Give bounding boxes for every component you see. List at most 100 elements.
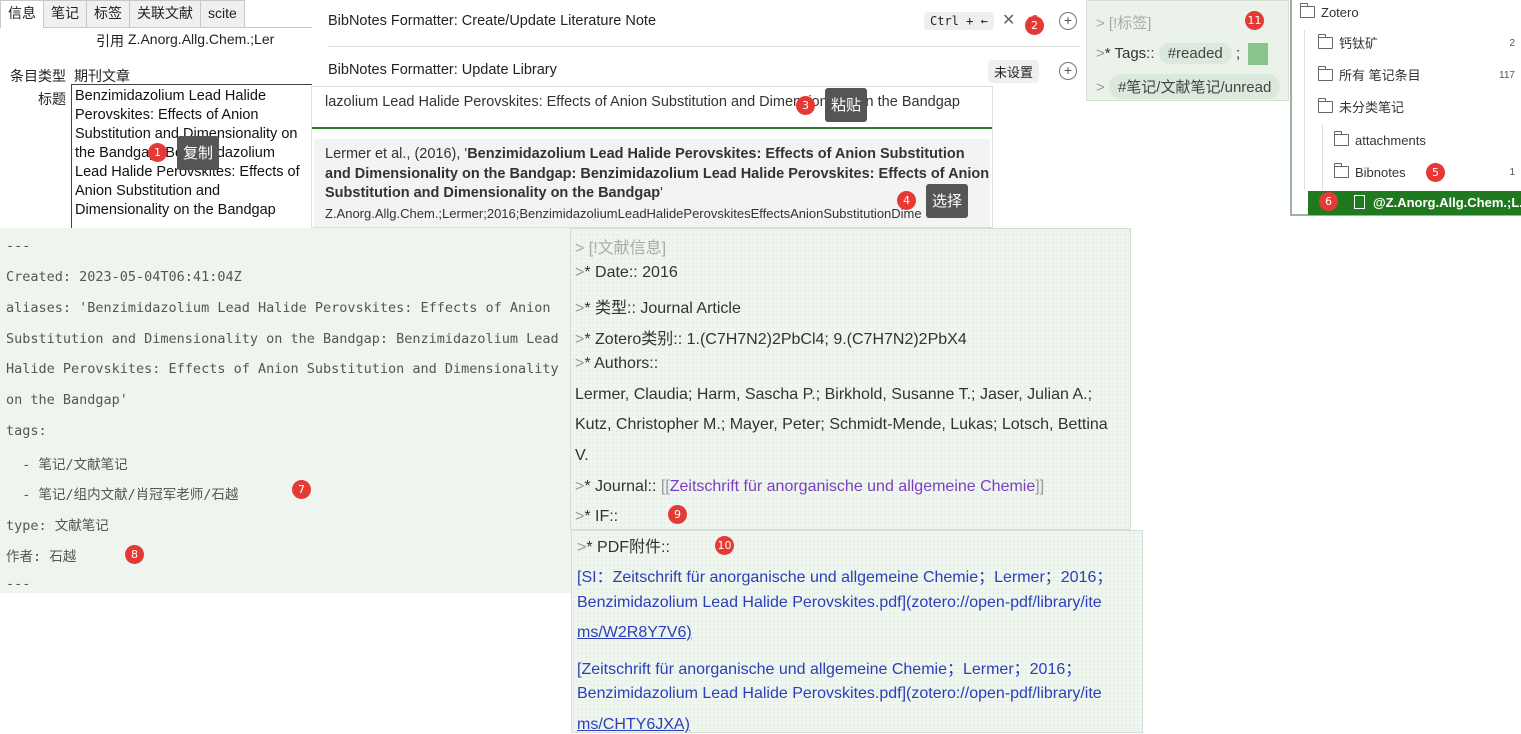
pdf-link-line[interactable]: Benzimidazolium Lead Halide Perovskites.… — [577, 594, 1102, 612]
tab-related[interactable]: 关联文献 — [129, 0, 201, 27]
yaml-line: aliases: 'Benzimidazolium Lead Halide Pe… — [6, 300, 551, 316]
item-count: 117 — [1499, 70, 1515, 81]
folder-open-icon — [1317, 98, 1333, 113]
title-label: 标题 — [38, 91, 66, 107]
tags-header: > [!标签] — [1096, 15, 1152, 32]
step-badge: 10 — [715, 536, 734, 555]
step-badge: 7 — [292, 480, 311, 499]
yaml-line: on the Bandgap' — [6, 392, 128, 408]
folder-label: attachments — [1355, 133, 1426, 148]
yaml-line: - 笔记/组内文献/肖冠军老师/石越 — [6, 487, 239, 503]
authors-line: V. — [575, 447, 589, 464]
copy-tooltip: 复制 — [177, 136, 220, 170]
divider — [328, 46, 1080, 47]
step-badge: 9 — [668, 505, 687, 524]
step-badge: 3 — [796, 96, 815, 115]
tab-notes[interactable]: 笔记 — [43, 0, 87, 27]
command-create-update-note[interactable]: BibNotes Formatter: Create/Update Litera… — [328, 0, 1094, 44]
folder-all-notes[interactable]: 所有 笔记条目 117 — [1317, 60, 1521, 92]
pdf-link-line[interactable]: ms/CHTY6JXA) — [577, 716, 690, 734]
pdf-link-line[interactable]: [SI：Zeitschrift für anorganische und all… — [577, 563, 1112, 587]
step-badge: 1 — [148, 143, 167, 162]
command-label: BibNotes Formatter: Update Library — [328, 62, 557, 78]
authors-line: Lermer, Claudia; Harm, Sascha P.; Birkho… — [575, 386, 1093, 403]
yaml-frontmatter[interactable]: --- Created: 2023-05-04T06:41:04Z aliase… — [0, 228, 574, 593]
hotkey-unset-badge: 未设置 — [988, 60, 1040, 83]
search-result-item[interactable]: Lermer et al., (2016), 'Benzimidazolium … — [314, 139, 990, 227]
bibnotes-search-popup: lazolium Lead Halide Perovskites: Effect… — [311, 86, 993, 228]
folder-open-icon — [1333, 163, 1349, 178]
authors-label-line: >* Authors:: — [575, 355, 659, 372]
literature-info-callout[interactable]: > [!文献信息] >* Date:: 2016 >* 类型:: Journal… — [570, 228, 1131, 530]
selected-file-item[interactable]: @Z.Anorg.Allg.Chem.;L... — [1308, 191, 1521, 215]
cursor-icon — [1248, 43, 1268, 65]
result-prefix: Lermer et al., (2016), ' — [325, 146, 468, 162]
tab-scite[interactable]: scite — [200, 0, 245, 27]
folder-label: Zotero — [1321, 5, 1359, 20]
yaml-line: - 笔记/文献笔记 — [6, 457, 128, 473]
item-type-label: 条目类型 — [10, 68, 66, 84]
command-palette: BibNotes Formatter: Create/Update Litera… — [312, 0, 1094, 88]
add-hotkey-icon[interactable]: + — [1059, 62, 1077, 80]
file-icon — [1354, 195, 1365, 209]
tag-readed[interactable]: #readed — [1158, 43, 1232, 64]
callout-header: > [!文献信息] — [575, 240, 667, 257]
tag-unread[interactable]: #笔记/文献笔记/unread — [1108, 74, 1281, 99]
folder-icon — [1317, 34, 1333, 49]
item-count: 2 — [1509, 38, 1515, 49]
tags-line: >* Tags:: #readed ; — [1096, 43, 1268, 65]
file-explorer: Zotero 钙钛矿 2 所有 笔记条目 117 未分类笔记 attachmen… — [1290, 0, 1521, 216]
step-badge: 2 — [1025, 16, 1044, 35]
step-badge: 4 — [897, 191, 916, 210]
yaml-line: Halide Perovskites: Effects of Anion Sub… — [6, 361, 559, 377]
title-line: Anion Substitution and — [75, 183, 221, 199]
tree-guide — [1322, 124, 1323, 190]
item-pane-tabs: 信息 笔记 标签 关联文献 scite — [0, 0, 312, 28]
zotero-info-pane: 信息 笔记 标签 关联文献 scite 引用 Z.Anorg.Allg.Chem… — [0, 0, 312, 228]
folder-label: 钙钛矿 — [1339, 36, 1379, 51]
step-badge: 6 — [1319, 192, 1338, 211]
pdf-link-line[interactable]: [Zeitschrift für anorganische und allgem… — [577, 655, 1081, 679]
pdf-link-line[interactable]: ms/W2R8Y7V6) — [577, 624, 692, 642]
folder-attachments[interactable]: attachments — [1333, 125, 1521, 157]
title-line: Perovskites: Effects of Anion — [75, 107, 259, 123]
yaml-line: tags: — [6, 423, 47, 439]
folder-icon — [1333, 131, 1349, 146]
type-line: >* 类型:: Journal Article — [575, 300, 741, 317]
folder-open-icon — [1299, 3, 1315, 18]
cite-label: 引用 — [96, 33, 124, 49]
file-label: @Z.Anorg.Allg.Chem.;L... — [1373, 195, 1521, 210]
folder-perovskite[interactable]: 钙钛矿 2 — [1317, 28, 1521, 60]
folder-label: Bibnotes — [1355, 165, 1406, 180]
tags-label: * Tags:: — [1104, 45, 1155, 62]
yaml-line: --- — [6, 576, 31, 592]
add-hotkey-icon[interactable]: + — [1059, 12, 1077, 30]
journal-line: >* Journal:: [[Zeitschrift für anorganis… — [575, 478, 1045, 495]
folder-zotero[interactable]: Zotero — [1299, 0, 1359, 29]
journal-link[interactable]: Zeitschrift für anorganische und allgeme… — [670, 478, 1036, 495]
item-type-value[interactable]: 期刊文章 — [74, 66, 130, 86]
tab-tags[interactable]: 标签 — [86, 0, 130, 27]
folder-unclassified-notes[interactable]: 未分类笔记 — [1317, 92, 1521, 124]
pdf-link-line[interactable]: Benzimidazolium Lead Halide Perovskites.… — [577, 685, 1102, 703]
tab-info[interactable]: 信息 — [0, 0, 44, 28]
tags-separator: ; — [1235, 45, 1241, 62]
cite-value[interactable]: Z.Anorg.Allg.Chem.;Ler — [128, 31, 278, 47]
hotkey-badge: Ctrl + ← — [924, 12, 994, 30]
step-badge: 11 — [1245, 11, 1264, 30]
item-count: 1 — [1509, 167, 1515, 178]
folder-label: 所有 笔记条目 — [1339, 68, 1421, 83]
folder-icon — [1317, 66, 1333, 81]
result-suffix: ' — [660, 185, 663, 201]
title-line: Benzimidazolium Lead Halide — [75, 88, 267, 104]
tags-line-2: > #笔记/文献笔记/unread — [1096, 74, 1281, 99]
result-citekey: Z.Anorg.Allg.Chem.;Lermer;2016;Benzimida… — [325, 205, 922, 221]
date-line: >* Date:: 2016 — [575, 264, 678, 281]
close-icon[interactable]: ✕ — [1002, 10, 1015, 30]
yaml-line: 作者: 石越 — [6, 549, 77, 565]
pdf-attachments-callout[interactable]: >* PDF附件:: [SI：Zeitschrift für anorganis… — [571, 530, 1143, 733]
category-line: >* Zotero类别:: 1.(C7H7N2)2PbCl4; 9.(C7H7N… — [575, 331, 967, 348]
authors-line: Kutz, Christopher M.; Mayer, Peter; Schm… — [575, 416, 1108, 433]
title-line: Dimensionality on the Bandgap — [75, 202, 276, 218]
search-input[interactable]: lazolium Lead Halide Perovskites: Effect… — [312, 87, 992, 129]
